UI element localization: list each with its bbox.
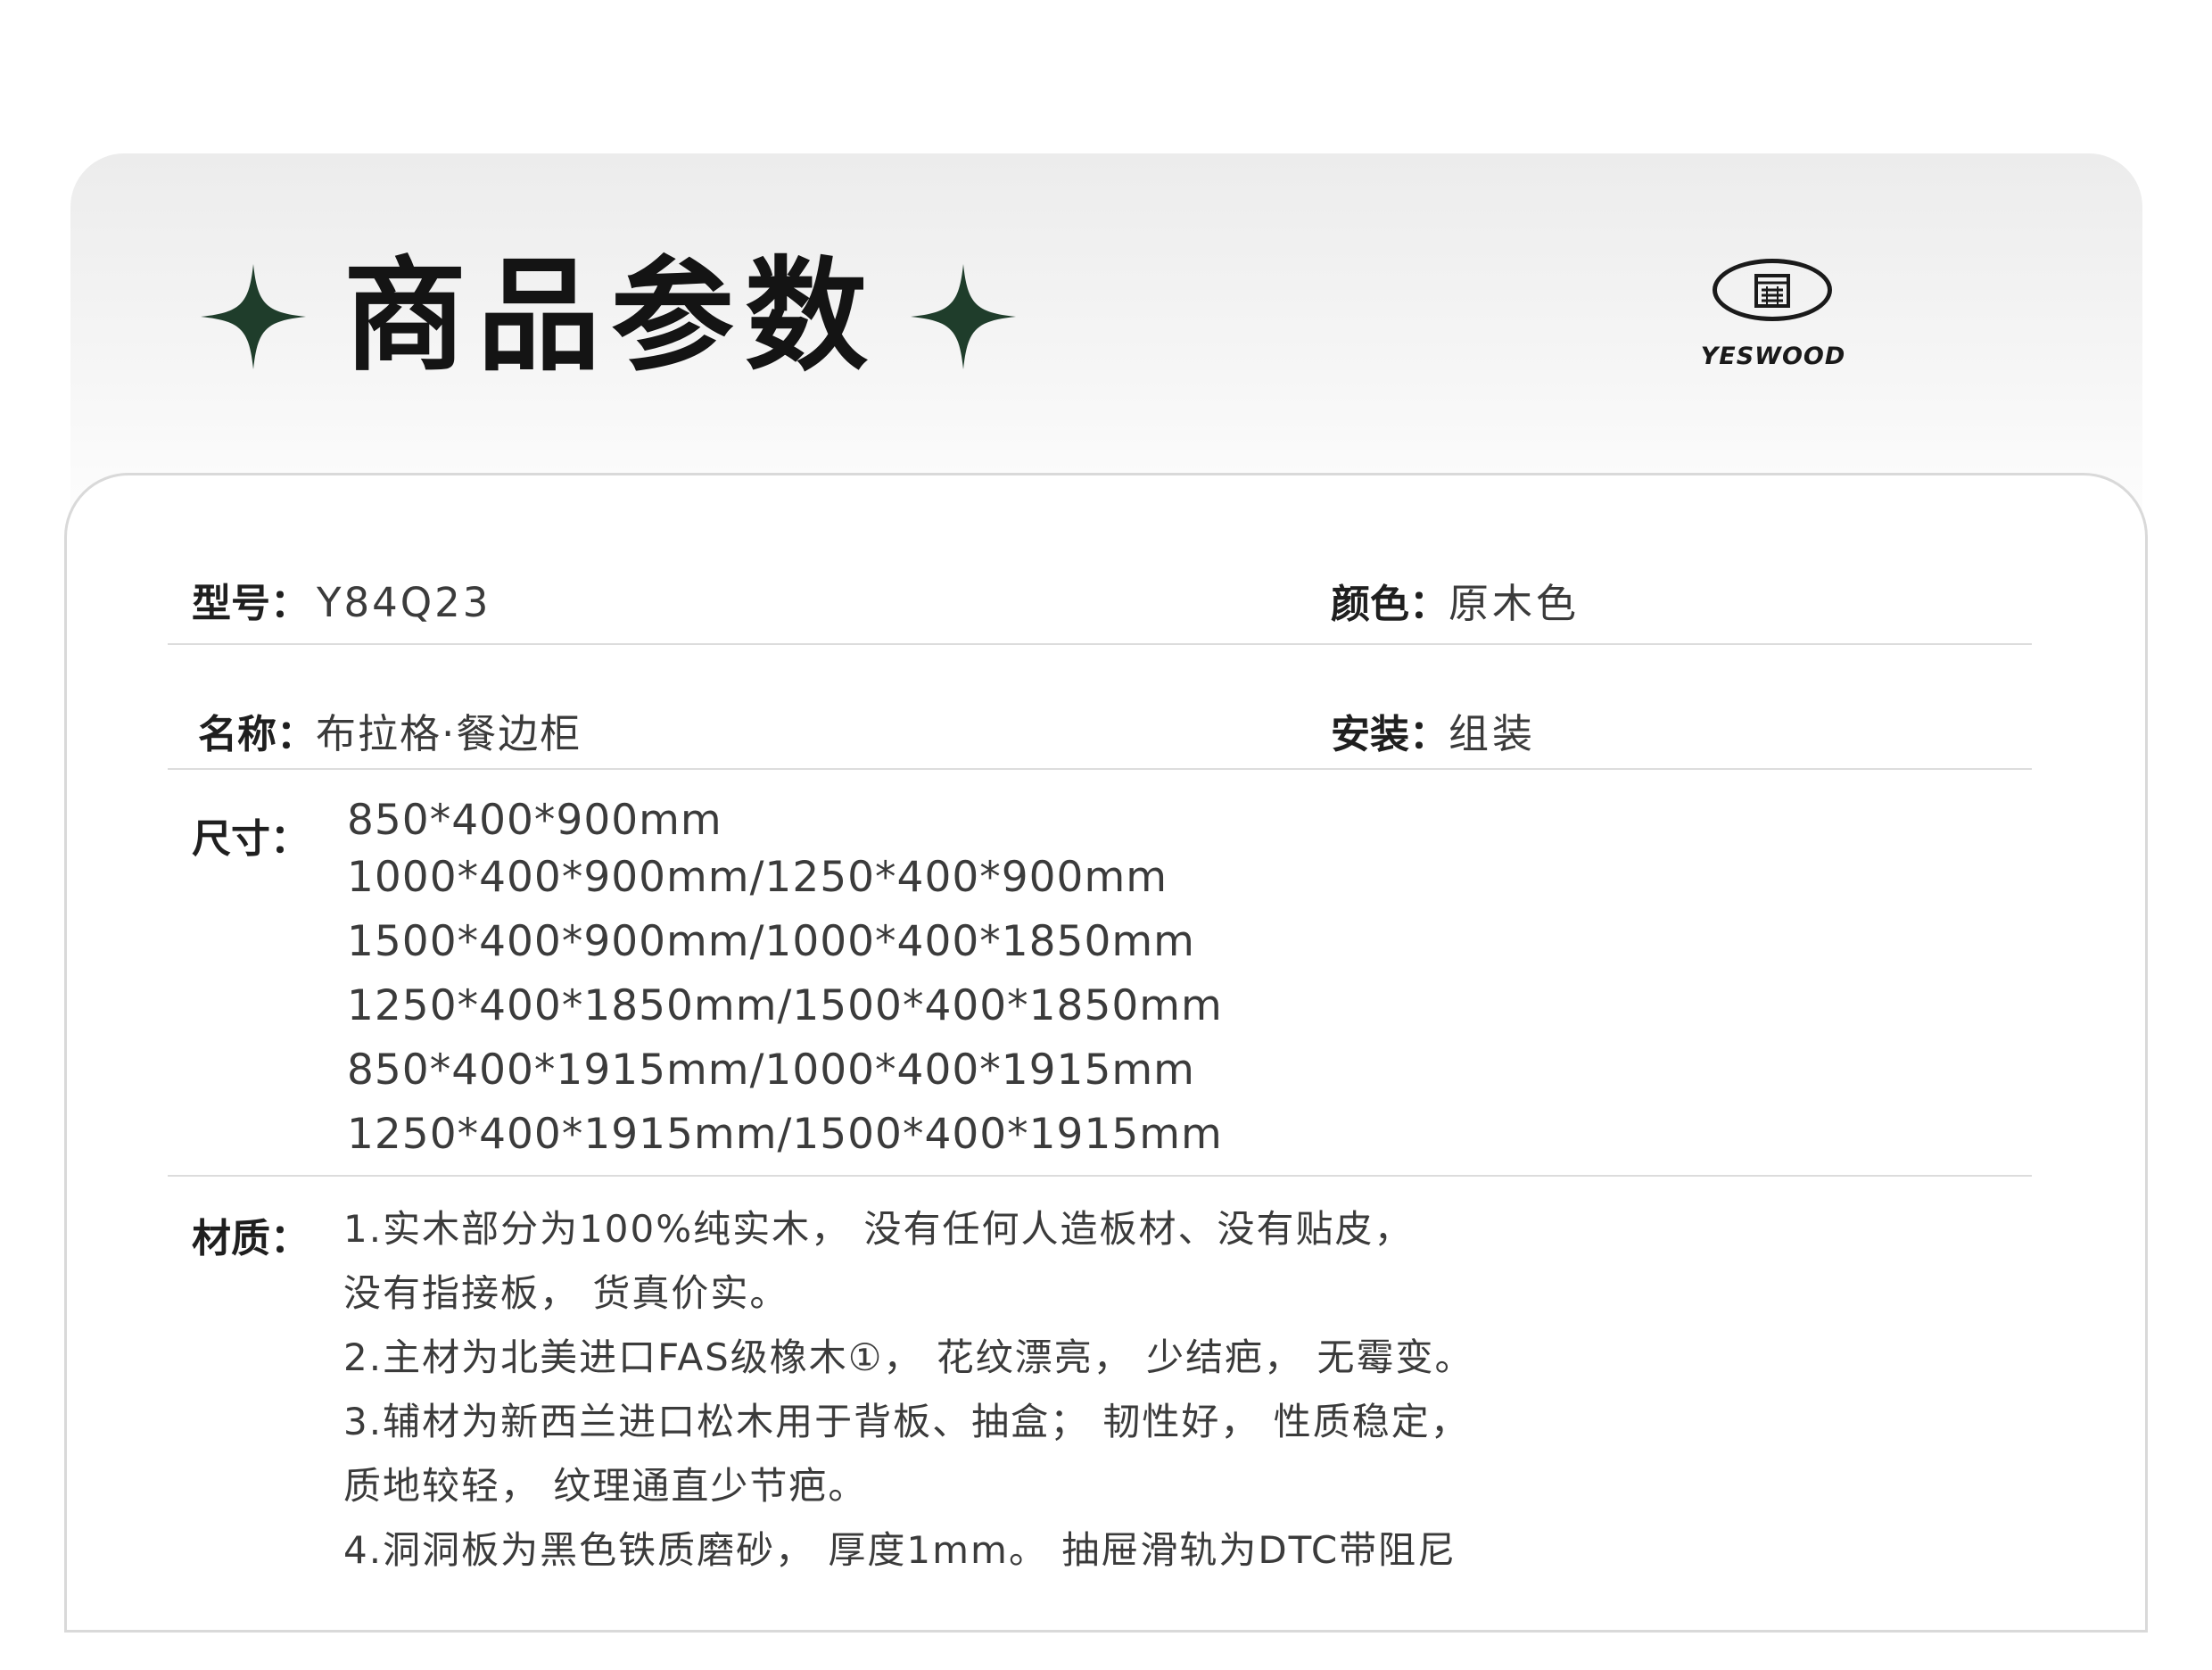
size-line: 1250*400*1850mm/1500*400*1850mm	[347, 981, 1223, 1030]
logo-text: YESWOOD	[1700, 343, 1846, 370]
material-line: 3.辅材为新西兰进口松木用于背板、抽盒； 韧性好， 性质稳定，	[343, 1400, 1470, 1443]
material-list: 1.实木部分为100%纯实木， 没有任何人造板材、没有贴皮， 没有指接板， 货真…	[343, 1197, 1473, 1583]
install-value: 组装	[1449, 710, 1537, 757]
sparkle-right-icon	[911, 264, 1017, 369]
name-value: 布拉格·餐边柜	[316, 710, 582, 757]
sparkle-left-icon	[201, 264, 306, 369]
size-line: 1000*400*900mm/1250*400*900mm	[347, 853, 1168, 902]
divider	[168, 1175, 2032, 1177]
material-line: 质地较轻， 纹理通直少节疤。	[343, 1464, 868, 1508]
color-label: 颜色：	[1331, 582, 1449, 627]
material-line: 1.实木部分为100%纯实木， 没有任何人造板材、没有贴皮，	[343, 1207, 1414, 1251]
size-line: 850*400*900mm	[347, 796, 722, 845]
logo-badge	[1713, 259, 1832, 321]
divider	[168, 643, 2032, 645]
name-label: 名称：	[198, 712, 316, 757]
size-line: 1250*400*1915mm/1500*400*1915mm	[347, 1110, 1223, 1159]
material-line: 2.主材为北美进口FAS级橡木①， 花纹漂亮， 少结疤， 无霉变。	[343, 1335, 1474, 1379]
page-title: 商品参数	[343, 244, 879, 388]
material-line: 4.洞洞板为黑色铁质磨砂， 厚度1mm。 抽屉滑轨为DTC带阻尼	[343, 1528, 1457, 1572]
material-label: 材质：	[192, 1216, 310, 1261]
divider	[168, 768, 2032, 770]
model-field: 型号： Y84Q23	[192, 571, 491, 628]
install-label: 安装：	[1331, 712, 1449, 757]
material-line: 没有指接板， 货真价实。	[343, 1271, 789, 1315]
color-field: 颜色： 原木色	[1331, 571, 1580, 629]
size-line: 850*400*1915mm/1000*400*1915mm	[347, 1046, 1195, 1095]
install-field: 安装： 组装	[1331, 701, 1536, 759]
color-value: 原木色	[1449, 580, 1581, 627]
size-list: 850*400*900mm 1000*400*900mm/1250*400*90…	[347, 796, 1223, 1167]
model-value: Y84Q23	[317, 579, 491, 626]
size-line: 1500*400*900mm/1000*400*1850mm	[347, 917, 1195, 966]
size-label: 尺寸：	[192, 816, 310, 862]
title-row: 商品参数	[201, 244, 1017, 388]
cabinet-icon	[1754, 274, 1790, 308]
model-label: 型号：	[192, 581, 310, 626]
name-field: 名称： 布拉格·餐边柜	[198, 701, 582, 759]
brand-logo: YESWOOD	[1675, 259, 1871, 375]
